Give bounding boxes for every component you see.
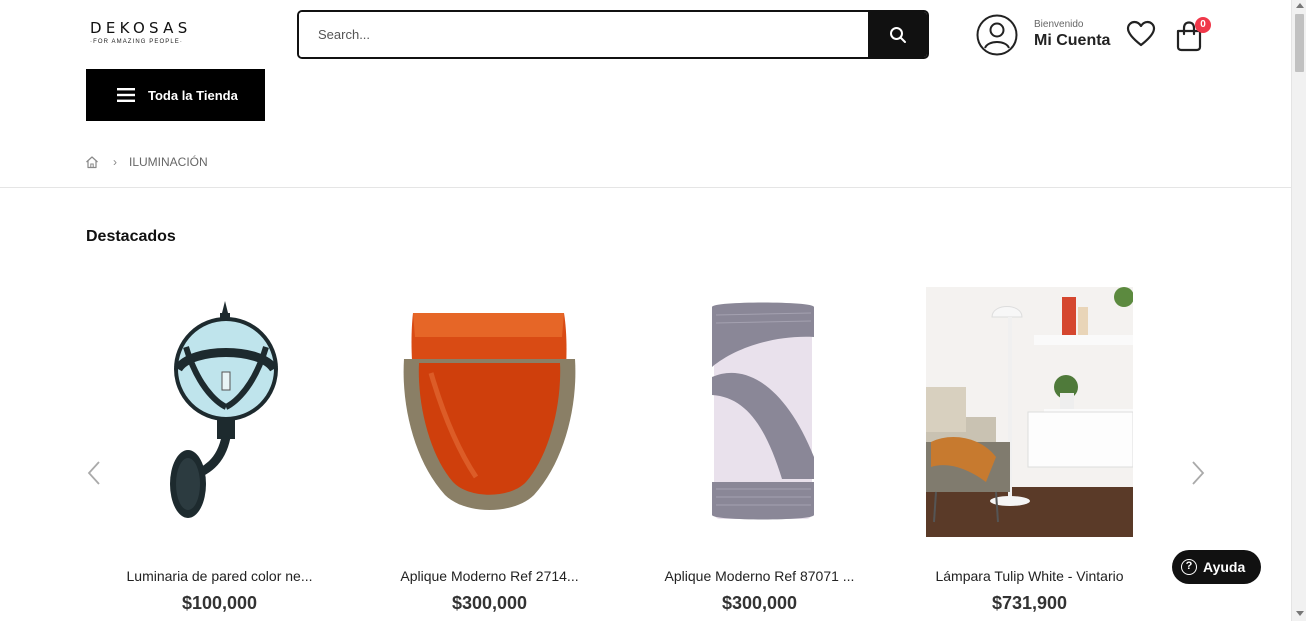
section-title: Destacados bbox=[86, 228, 176, 245]
search-input[interactable] bbox=[299, 12, 868, 57]
wishlist-button[interactable] bbox=[1126, 20, 1156, 48]
logo-wordmark: DEKOSAS bbox=[90, 19, 192, 37]
cart-button[interactable]: 0 bbox=[1174, 17, 1211, 52]
scroll-up-icon[interactable] bbox=[1296, 3, 1304, 8]
product-card[interactable]: Aplique Moderno Ref 2714... $300,000 bbox=[377, 287, 602, 613]
help-label: Ayuda bbox=[1203, 559, 1246, 575]
scroll-down-icon[interactable] bbox=[1296, 611, 1304, 616]
header-divider bbox=[0, 187, 1291, 188]
account-link[interactable]: Bienvenido Mi Cuenta bbox=[976, 14, 1110, 56]
logo-tagline: ·FOR AMAZING PEOPLE· bbox=[90, 39, 184, 45]
search-icon bbox=[889, 26, 906, 43]
product-card[interactable]: Lámpara Tulip White - Vintario $731,900 bbox=[917, 287, 1142, 613]
product-name[interactable]: Luminaria de pared color ne... bbox=[107, 567, 332, 585]
product-name[interactable]: Aplique Moderno Ref 2714... bbox=[377, 567, 602, 585]
search-button[interactable] bbox=[868, 12, 927, 57]
breadcrumb: › ILUMINACIÓN bbox=[85, 154, 208, 170]
cylinder-sconce-image bbox=[712, 302, 814, 520]
scrollbar-thumb[interactable] bbox=[1295, 14, 1304, 72]
product-card[interactable]: Aplique Moderno Ref 87071 ... $300,000 bbox=[647, 287, 872, 613]
product-price: $100,000 bbox=[181, 593, 258, 613]
product-name[interactable]: Lámpara Tulip White - Vintario bbox=[917, 567, 1142, 585]
logo[interactable]: DEKOSAS ·FOR AMAZING PEOPLE· bbox=[90, 19, 204, 49]
chevron-right-icon bbox=[1192, 461, 1205, 485]
breadcrumb-current[interactable]: ILUMINACIÓN bbox=[129, 155, 208, 169]
all-store-menu-button[interactable]: Toda la Tienda bbox=[86, 69, 265, 121]
wall-lantern-image bbox=[170, 301, 278, 518]
search-bar bbox=[297, 10, 929, 59]
hamburger-icon bbox=[117, 88, 135, 102]
product-price: $300,000 bbox=[451, 593, 528, 613]
product-name[interactable]: Aplique Moderno Ref 87071 ... bbox=[647, 567, 872, 585]
product-image[interactable] bbox=[926, 287, 1134, 537]
cart-count-badge: 0 bbox=[1195, 17, 1211, 33]
chevron-left-icon bbox=[87, 461, 100, 485]
user-icon bbox=[976, 14, 1018, 56]
orange-sconce-image bbox=[403, 313, 576, 510]
account-label: Mi Cuenta bbox=[1034, 32, 1111, 49]
heart-icon bbox=[1126, 20, 1156, 47]
all-store-label: Toda la Tienda bbox=[148, 87, 238, 103]
product-image[interactable] bbox=[116, 287, 323, 537]
product-card[interactable]: Luminaria de pared color ne... $100,000 bbox=[107, 287, 332, 613]
page-scrollbar[interactable] bbox=[1291, 0, 1306, 621]
carousel-next-button[interactable] bbox=[1189, 460, 1207, 486]
floor-lamp-room-image bbox=[926, 287, 1134, 537]
product-price: $731,900 bbox=[991, 593, 1068, 613]
product-image[interactable] bbox=[386, 287, 593, 537]
help-chat-button[interactable]: ? Ayuda bbox=[1172, 550, 1261, 584]
product-price: $300,000 bbox=[721, 593, 798, 613]
question-icon: ? bbox=[1181, 559, 1197, 575]
carousel-prev-button[interactable] bbox=[85, 460, 103, 486]
account-greeting: Bienvenido bbox=[1034, 19, 1084, 30]
home-icon[interactable] bbox=[85, 155, 99, 169]
chevron-right-icon: › bbox=[113, 155, 117, 169]
product-image[interactable] bbox=[656, 287, 863, 537]
